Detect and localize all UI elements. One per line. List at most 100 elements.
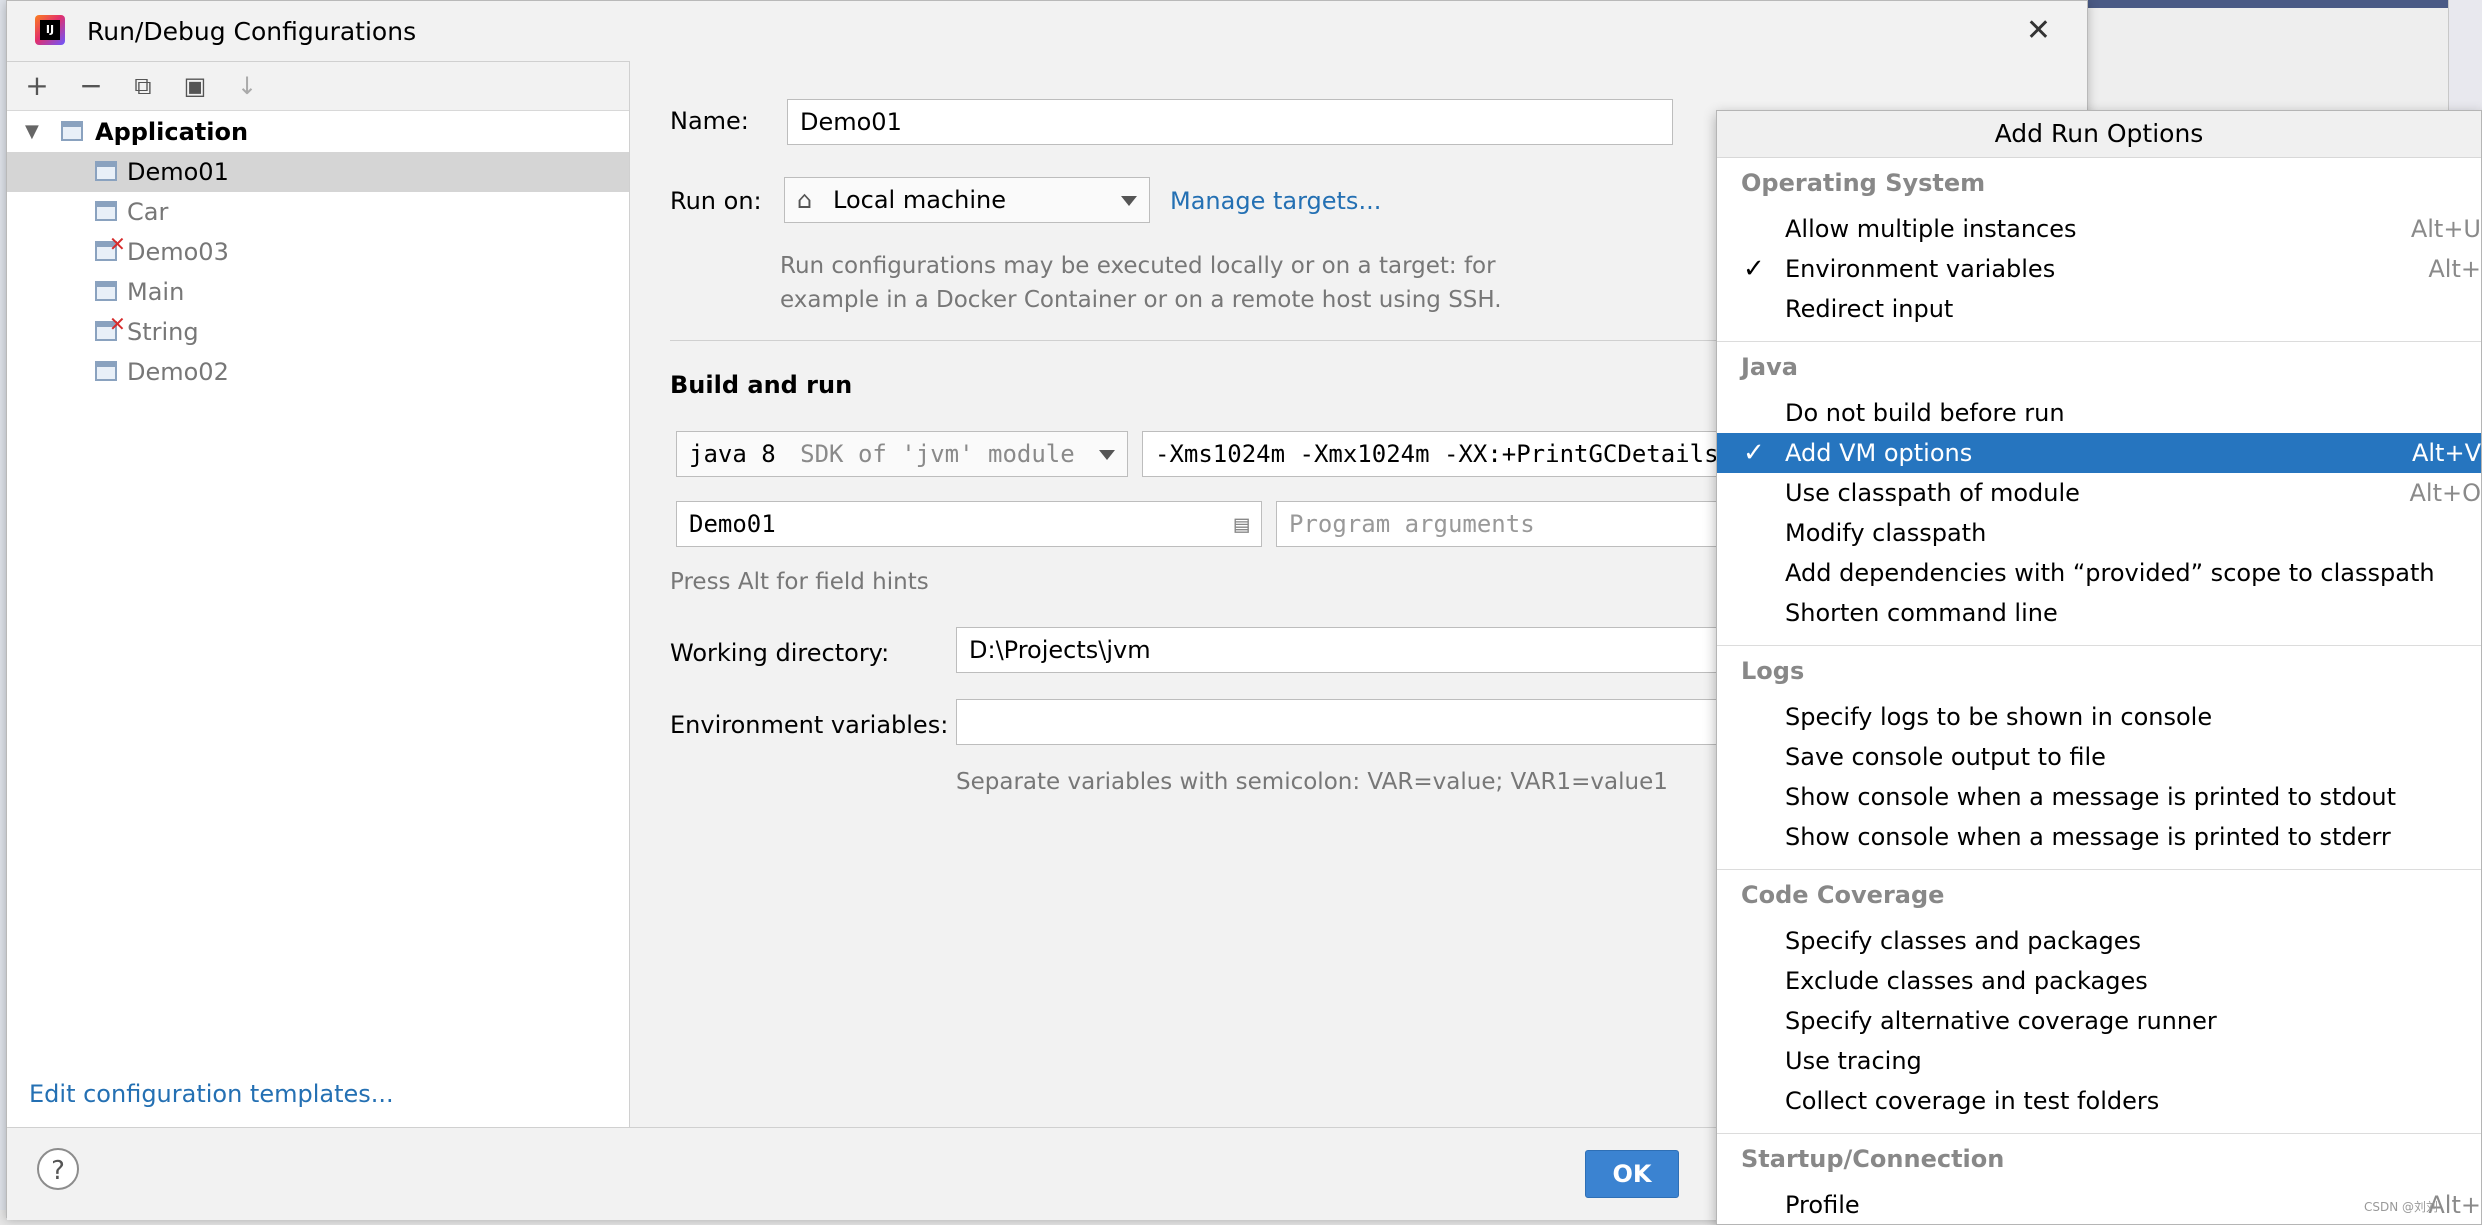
section-header-startup: Startup/Connection xyxy=(1741,1145,2005,1173)
option-label: Specify alternative coverage runner xyxy=(1785,1007,2217,1035)
option-add-vm-options[interactable]: ✓ Add VM options Alt+V xyxy=(1717,433,2481,473)
option-label: Specify logs to be shown in console xyxy=(1785,703,2213,731)
tree-item-label: Demo03 xyxy=(127,238,229,266)
option-add-provided-dependencies[interactable]: Add dependencies with “provided” scope t… xyxy=(1717,553,2481,593)
option-alternative-runner[interactable]: Specify alternative coverage runner xyxy=(1717,1001,2481,1041)
add-icon[interactable]: + xyxy=(19,68,55,104)
ok-button[interactable]: OK xyxy=(1585,1150,1679,1198)
option-redirect-input[interactable]: Redirect input xyxy=(1717,289,2481,329)
option-environment-variables[interactable]: ✓ Environment variables Alt+ xyxy=(1717,249,2481,289)
class-config-icon xyxy=(95,361,117,381)
option-modify-classpath[interactable]: Modify classpath xyxy=(1717,513,2481,553)
class-config-icon xyxy=(95,161,117,181)
option-save-console-output[interactable]: Save console output to file xyxy=(1717,737,2481,777)
tree-root-label: Application xyxy=(95,118,249,146)
error-icon: ✕ xyxy=(109,312,126,336)
error-icon: ✕ xyxy=(109,232,126,256)
option-label: Modify classpath xyxy=(1785,519,1987,547)
option-shortcut: Alt+U xyxy=(2410,215,2481,243)
chevron-down-icon xyxy=(1099,450,1115,460)
tree-item-label: Demo01 xyxy=(127,158,229,186)
option-collect-coverage-tests[interactable]: Collect coverage in test folders xyxy=(1717,1081,2481,1121)
tree-item-demo02[interactable]: Demo02 xyxy=(7,352,629,392)
section-header-logs: Logs xyxy=(1741,657,1805,685)
copy-icon[interactable]: ⧉ xyxy=(125,68,161,104)
tree-item-label: Car xyxy=(127,198,169,226)
name-label: Name: xyxy=(670,107,749,135)
popup-divider xyxy=(1717,869,2481,870)
tree-item-demo03[interactable]: ✕ Demo03 xyxy=(7,232,629,272)
application-icon xyxy=(61,121,83,141)
option-shorten-command-line[interactable]: Shorten command line xyxy=(1717,593,2481,633)
option-label: Add VM options xyxy=(1785,439,1973,467)
option-label: Show console when a message is printed t… xyxy=(1785,823,2391,851)
option-label: Specify classes and packages xyxy=(1785,927,2142,955)
option-specify-logs[interactable]: Specify logs to be shown in console xyxy=(1717,697,2481,737)
tree-item-label: Main xyxy=(127,278,185,306)
watermark: CSDN @刘刘 xyxy=(2364,1200,2439,1214)
popup-divider xyxy=(1717,645,2481,646)
tree-node-application[interactable]: ▼ Application xyxy=(7,112,629,152)
background-strip xyxy=(2088,0,2448,8)
dialog-title: Run/Debug Configurations xyxy=(87,17,417,46)
option-specify-classes[interactable]: Specify classes and packages xyxy=(1717,921,2481,961)
folder-icon[interactable]: ▣ xyxy=(177,68,213,104)
option-label: Save console output to file xyxy=(1785,743,2106,771)
close-button[interactable]: ✕ xyxy=(2026,13,2051,48)
option-label: Shorten command line xyxy=(1785,599,2058,627)
option-use-classpath-of-module[interactable]: Use classpath of module Alt+O xyxy=(1717,473,2481,513)
option-allow-multiple-instances[interactable]: Allow multiple instances Alt+U xyxy=(1717,209,2481,249)
option-do-not-build[interactable]: Do not build before run xyxy=(1717,393,2481,433)
edit-templates-link[interactable]: Edit configuration templates... xyxy=(29,1080,394,1108)
option-exclude-classes[interactable]: Exclude classes and packages xyxy=(1717,961,2481,1001)
main-class-input[interactable]: Demo01 ▤ xyxy=(676,501,1262,547)
option-label: Redirect input xyxy=(1785,295,1954,323)
env-vars-label: Environment variables: xyxy=(670,711,949,739)
run-on-dropdown[interactable]: ⌂ Local machine xyxy=(784,177,1150,223)
section-header-coverage: Code Coverage xyxy=(1741,881,1945,909)
popup-title: Add Run Options xyxy=(1717,111,2481,158)
option-label: Use classpath of module xyxy=(1785,479,2080,507)
help-button[interactable]: ? xyxy=(37,1148,79,1190)
manage-targets-link[interactable]: Manage targets... xyxy=(1170,187,1381,215)
jdk-hint: SDK of 'jvm' module xyxy=(800,440,1075,468)
option-show-console-stdout[interactable]: Show console when a message is printed t… xyxy=(1717,777,2481,817)
option-shortcut: Alt+ xyxy=(2428,255,2481,283)
option-label: Show console when a message is printed t… xyxy=(1785,783,2396,811)
popup-divider xyxy=(1717,341,2481,342)
tree-item-main[interactable]: Main xyxy=(7,272,629,312)
option-label: Profile xyxy=(1785,1191,1860,1219)
env-vars-hint: Separate variables with semicolon: VAR=v… xyxy=(956,769,1668,795)
jdk-dropdown[interactable]: java 8 SDK of 'jvm' module xyxy=(676,431,1128,477)
build-run-title: Build and run xyxy=(670,371,853,399)
intellij-logo-icon xyxy=(35,15,65,45)
tree-item-string[interactable]: ✕ String xyxy=(7,312,629,352)
option-label: Use tracing xyxy=(1785,1047,1922,1075)
option-show-console-stderr[interactable]: Show console when a message is printed t… xyxy=(1717,817,2481,857)
class-config-icon xyxy=(95,201,117,221)
chevron-down-icon[interactable]: ▼ xyxy=(25,112,39,152)
jdk-value: java 8 xyxy=(689,440,776,468)
option-use-tracing[interactable]: Use tracing xyxy=(1717,1041,2481,1081)
option-label: Collect coverage in test folders xyxy=(1785,1087,2160,1115)
option-shortcut: Alt+O xyxy=(2409,479,2482,507)
section-header-os: Operating System xyxy=(1741,169,1986,197)
popup-divider xyxy=(1717,1133,2481,1134)
working-dir-label: Working directory: xyxy=(670,639,890,667)
option-label: Allow multiple instances xyxy=(1785,215,2077,243)
name-input[interactable]: Demo01 xyxy=(787,99,1673,145)
sort-icon[interactable]: ↓ xyxy=(229,68,265,104)
tree-item-car[interactable]: Car xyxy=(7,192,629,232)
tree-item-demo01[interactable]: Demo01 xyxy=(7,152,629,192)
run-on-value: Local machine xyxy=(833,186,1006,214)
remove-icon[interactable]: − xyxy=(73,68,109,104)
tree-item-label: String xyxy=(127,318,199,346)
option-label: Do not build before run xyxy=(1785,399,2065,427)
main-class-value: Demo01 xyxy=(689,510,776,538)
run-on-hint: Run configurations may be executed local… xyxy=(780,253,1502,313)
add-run-options-popup: Add Run Options Operating System Allow m… xyxy=(1716,110,2482,1225)
check-icon: ✓ xyxy=(1743,438,1765,468)
tree-item-label: Demo02 xyxy=(127,358,229,386)
browse-icon[interactable]: ▤ xyxy=(1235,502,1249,546)
run-on-label: Run on: xyxy=(670,187,762,215)
